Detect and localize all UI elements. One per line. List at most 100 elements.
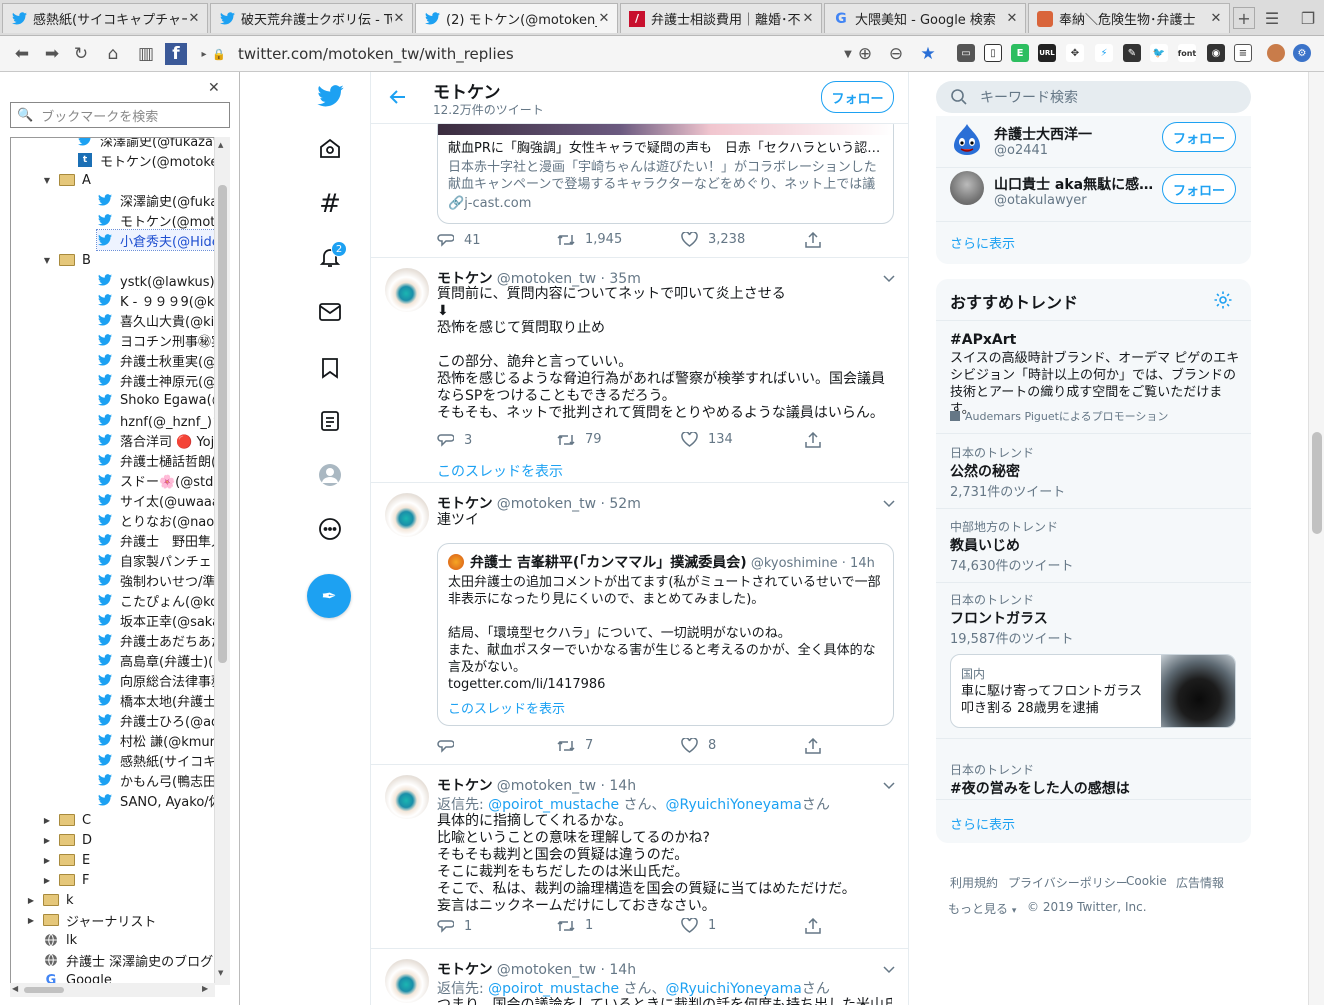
retweet-button[interactable]: 1	[557, 918, 593, 933]
lists-icon[interactable]	[316, 407, 344, 435]
bookmark-search-input[interactable]: 🔍 ブックマークを検索	[10, 102, 230, 128]
trend-item[interactable]: 中部地方のトレンド 教員いじめ 74,630件のツイート	[936, 510, 1251, 583]
quote-show-thread-link[interactable]: このスレッドを表示	[448, 698, 565, 717]
home-icon[interactable]	[316, 135, 344, 163]
close-icon[interactable]: ✕	[801, 11, 815, 26]
chevron-down-icon[interactable]	[881, 495, 897, 511]
bookmark-item[interactable]: 自家製パンチェッタ	[97, 550, 229, 570]
expand-right-icon[interactable]: ▶	[41, 816, 53, 825]
bookmark-item[interactable]: 強制わいせつ/準強	[97, 570, 228, 590]
expand-right-icon[interactable]: ▶	[41, 856, 53, 865]
reader-icon[interactable]: ▥	[134, 42, 158, 66]
address-bar[interactable]: 🔒 twitter.com/motoken_tw/with_replies	[212, 41, 852, 67]
close-icon[interactable]: ✕	[208, 80, 220, 96]
bookmark-item[interactable]: 弁護士神原元(@k	[97, 370, 224, 390]
close-icon[interactable]: ✕	[1005, 11, 1019, 26]
bookmark-scrollbar[interactable]: ▲ ▼	[214, 137, 230, 985]
show-more-link[interactable]: さらに表示	[950, 233, 1015, 252]
bookmark-folder[interactable]: ▼ A	[41, 170, 91, 190]
reply-button[interactable]	[437, 738, 464, 754]
follow-button[interactable]: フォロー	[1162, 174, 1236, 204]
profile-avatar-icon[interactable]	[316, 461, 344, 489]
notifications-bell-icon[interactable]: 2	[316, 241, 347, 271]
bookmark-item[interactable]: 弁護士 深澤諭史のブログ	[43, 950, 213, 970]
follow-suggestion[interactable]: 弁護士大西洋一 @o2441 フォロー	[936, 116, 1251, 168]
mention-link[interactable]: @poirot_mustache	[488, 981, 619, 997]
tweet-author[interactable]: モトケン	[437, 496, 493, 512]
bookmark-folder[interactable]: ▼ B	[41, 250, 91, 270]
bookmark-item[interactable]: lk	[43, 930, 77, 950]
like-button[interactable]: 134	[681, 432, 733, 447]
twitter-logo-icon[interactable]	[316, 82, 344, 110]
bookmark-item[interactable]: 弁護士あだちあだ	[97, 630, 224, 650]
quote-tweet[interactable]: 弁護士 吉峯耕平(「カンママル」撲滅委員会) @kyoshimine · 14h…	[437, 543, 894, 726]
bookmark-item[interactable]: ヨコチン刑事㊙実	[97, 330, 224, 350]
compose-tweet-button[interactable]: ✒	[307, 574, 351, 618]
bookmark-item[interactable]: 弁護士ひろ(@adv	[97, 710, 227, 730]
font-icon[interactable]: font	[1178, 44, 1196, 62]
capture-icon[interactable]: ◉	[1207, 44, 1225, 62]
trend-item[interactable]: 日本のトレンド #夜の営みをした人の感想は	[936, 740, 1251, 800]
avatar[interactable]	[385, 959, 429, 1003]
twitter-search-input[interactable]: キーワード検索	[936, 81, 1251, 113]
follow-button[interactable]: フォロー	[1162, 122, 1236, 152]
url-icon[interactable]: URL	[1038, 44, 1056, 62]
bookmark-item[interactable]: 喜久山大貴(@kik	[97, 310, 222, 330]
bookmark-folder[interactable]: ▶ C	[41, 810, 91, 830]
expand-right-icon[interactable]: ▶	[41, 836, 53, 845]
browser-tab-active[interactable]: (2) モトケン(@motoken_t ✕	[415, 3, 618, 33]
bookmark-folder[interactable]: ▶ F	[41, 870, 90, 890]
footer-ads-link[interactable]: 広告情報	[1176, 874, 1224, 891]
like-button[interactable]: 1	[681, 918, 716, 933]
retweet-button[interactable]: 79	[557, 432, 602, 447]
gear-icon[interactable]	[1213, 290, 1233, 310]
edit-icon[interactable]: ✎	[1123, 44, 1141, 62]
facebook-icon[interactable]: f	[165, 43, 187, 65]
follow-button[interactable]: フォロー	[821, 81, 894, 113]
bookmark-item[interactable]: かもん弓(鴨志田	[97, 770, 216, 790]
share-button[interactable]	[805, 738, 831, 754]
close-icon[interactable]: ✕	[187, 11, 201, 26]
bookmark-item[interactable]: モトケン(@motok	[97, 210, 229, 230]
browser-tab[interactable]: 破天荒弁護士クボリ伝 - Tw ✕	[210, 3, 413, 33]
share-button[interactable]	[805, 232, 831, 248]
reply-button[interactable]: 1	[437, 918, 472, 934]
bookmark-item[interactable]: 高島章(弁護士)(@	[97, 650, 226, 670]
home-icon[interactable]: ⌂	[101, 42, 125, 66]
avatar[interactable]	[385, 268, 429, 312]
bookmark-item[interactable]: サイ太(@uwaaaa)	[97, 490, 229, 510]
bookmark-item[interactable]: 弁護士 野田隼人	[97, 530, 224, 550]
footer-cookie-link[interactable]: Cookie	[1126, 874, 1167, 888]
bookmark-icon[interactable]: ▯	[984, 44, 1002, 62]
avatar[interactable]	[385, 775, 429, 819]
bookmark-folder[interactable]: ▶ ジャーナリスト	[25, 910, 156, 930]
bookmark-folder[interactable]: ▶ E	[41, 850, 90, 870]
mention-link[interactable]: @RyuichiYoneyama	[666, 797, 802, 813]
menu-icon[interactable]: ≡	[1234, 44, 1252, 62]
show-thread-link[interactable]: このスレッドを表示	[437, 461, 563, 481]
bookmark-item[interactable]: 村松 謙(@kmuran	[97, 730, 229, 750]
trend-item[interactable]: 日本のトレンド 公然の秘密 2,731件のツイート	[936, 435, 1251, 509]
bookmark-item[interactable]: t モトケン(@motoken_	[77, 150, 229, 170]
browser-tab[interactable]: G 大隈美知 - Google 検索 ✕	[824, 3, 1026, 33]
tweet[interactable]: モトケン @motoken_tw · 14h 返信先: @poirot_must…	[371, 765, 908, 949]
close-icon[interactable]: ✕	[597, 11, 611, 26]
bookmark-hscrollbar[interactable]: ◀ ▶	[10, 983, 215, 997]
browser-tab[interactable]: 奉納＼危険生物･弁護士 ✕	[1028, 3, 1230, 33]
tweet-author[interactable]: モトケン	[437, 271, 493, 287]
bookmark-item[interactable]: Shoko Egawa(@e	[97, 390, 229, 410]
chevron-down-icon[interactable]	[881, 777, 897, 793]
tweet[interactable]: モトケン @motoken_tw · 52m 連ツイ 弁護士 吉峯耕平(「カンマ…	[371, 483, 908, 765]
tweet[interactable]: モトケン @motoken_tw · 35m 質問前に、質問内容についてネットで…	[371, 258, 908, 483]
link-card[interactable]: 献血PRに「胸強調」女性キャラで疑問の声も 日赤「セクハラという認識は… 日本赤…	[437, 114, 894, 224]
tweak-icon[interactable]: ⚡	[1095, 44, 1113, 62]
close-icon[interactable]: ✕	[392, 11, 406, 26]
tweet-author[interactable]: モトケン	[437, 778, 493, 794]
bookmark-item[interactable]: SANO, Ayako/佐	[97, 790, 222, 810]
browser-tab[interactable]: 感熱紙(サイコキャプチャー) ✕	[2, 3, 208, 33]
trend-item[interactable]: 日本のトレンド フロントガラス 19,587件のツイート 国内 車に駆け寄ってフ…	[936, 584, 1251, 739]
bookmark-item[interactable]: こたぴょん(@kotac	[97, 590, 229, 610]
expand-right-icon[interactable]: ▶	[41, 876, 53, 885]
tweet-author[interactable]: モトケン	[437, 962, 493, 978]
extension-icon[interactable]: ▭	[957, 44, 975, 62]
